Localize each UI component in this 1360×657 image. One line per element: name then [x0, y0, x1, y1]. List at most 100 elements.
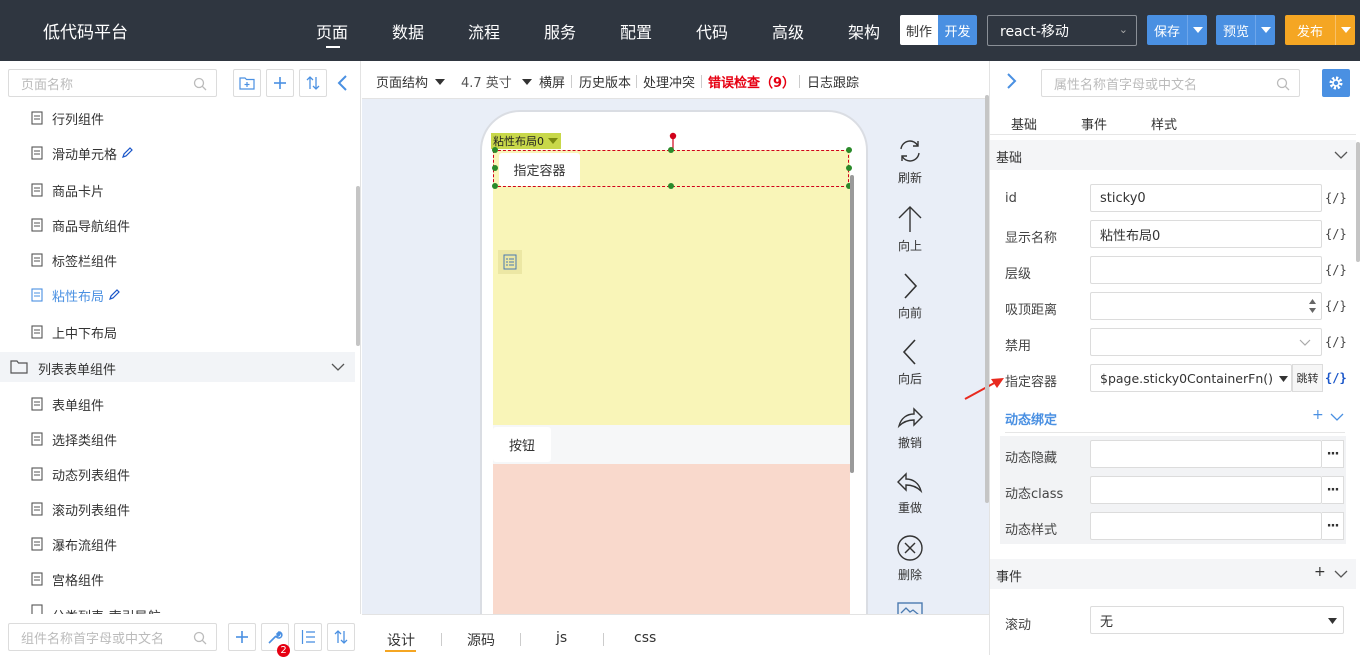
expression-icon[interactable]: {/}	[1325, 299, 1347, 313]
save-dropdown-caret[interactable]	[1187, 15, 1207, 45]
zindex-field[interactable]	[1090, 256, 1322, 284]
property-search-input[interactable]: 属性名称首字母或中文名	[1041, 69, 1300, 97]
tree-item-top-mid-bottom[interactable]: 上中下布局	[30, 322, 117, 342]
landscape-button[interactable]: 横屏	[539, 72, 565, 91]
nav-architecture[interactable]: 架构	[848, 19, 880, 43]
chevron-down-icon[interactable]	[331, 362, 345, 372]
nav-page[interactable]: 页面	[316, 19, 348, 43]
phone-scrollbar[interactable]	[850, 175, 854, 473]
more-icon[interactable]: ···	[1322, 440, 1344, 468]
component-search-input[interactable]: 组件名称首字母或中文名	[8, 623, 217, 651]
stepper-icon[interactable]	[1308, 297, 1317, 315]
settings-button[interactable]	[1322, 69, 1350, 97]
page-structure-dropdown[interactable]: 页面结构	[376, 72, 446, 91]
delete-tool[interactable]: 删除	[890, 534, 930, 583]
history-button[interactable]: 历史版本	[579, 72, 631, 91]
add-event-button[interactable]: +	[1314, 564, 1326, 580]
more-icon[interactable]: ···	[1322, 512, 1344, 540]
expression-icon[interactable]: {/}	[1325, 263, 1347, 277]
device-size-dropdown[interactable]: 4.7 英寸	[461, 72, 532, 91]
move-back-tool[interactable]: 向后	[890, 338, 930, 387]
dyn-class-field[interactable]	[1090, 476, 1322, 504]
sort-button[interactable]	[299, 69, 327, 97]
chevron-down-icon[interactable]	[1330, 412, 1344, 422]
dyn-hide-field[interactable]	[1090, 440, 1322, 468]
tab-source[interactable]: 源码	[467, 630, 495, 650]
jump-button[interactable]: 跳转	[1292, 364, 1323, 392]
id-field[interactable]: sticky0	[1090, 184, 1322, 212]
tab-basic[interactable]: 基础	[1011, 114, 1037, 133]
move-forward-tool[interactable]: 向前	[890, 272, 930, 321]
offset-top-field[interactable]	[1090, 292, 1322, 320]
disabled-select[interactable]	[1090, 328, 1322, 356]
tab-css[interactable]: css	[634, 630, 656, 646]
nav-advanced[interactable]: 高级	[772, 19, 804, 43]
add-page-button[interactable]	[266, 69, 294, 97]
save-button[interactable]: 保存	[1147, 15, 1207, 45]
add-component-button[interactable]	[228, 623, 256, 651]
expression-icon[interactable]: {/}	[1325, 191, 1347, 205]
expression-icon[interactable]: {/}	[1325, 227, 1347, 241]
framework-select[interactable]: react-移动 ⌄	[987, 15, 1137, 46]
chevron-down-icon[interactable]	[1334, 569, 1348, 579]
scroll-event-select[interactable]: 无	[1090, 606, 1344, 634]
list-order-button[interactable]	[294, 623, 322, 651]
tree-item-category-index[interactable]: 分类列表-索引导航	[30, 604, 330, 614]
expression-active-icon[interactable]: {/}	[1325, 371, 1347, 385]
log-trace-button[interactable]: 日志跟踪	[807, 72, 859, 91]
collapse-left-icon[interactable]	[336, 74, 348, 92]
tree-item-select[interactable]: 选择类组件	[30, 429, 117, 449]
resolve-conflict-button[interactable]: 处理冲突	[643, 72, 695, 91]
nav-flow[interactable]: 流程	[468, 19, 500, 43]
image-icon[interactable]	[897, 602, 923, 614]
tree-item-form[interactable]: 表单组件	[30, 394, 104, 414]
right-scrollbar[interactable]	[1356, 142, 1360, 262]
mode-make-button[interactable]: 制作	[900, 15, 938, 45]
more-icon[interactable]: ···	[1322, 476, 1344, 504]
page-search-input[interactable]: 页面名称	[8, 69, 217, 97]
tab-styles[interactable]: 样式	[1151, 114, 1177, 133]
pencil-icon[interactable]	[121, 147, 133, 159]
nav-service[interactable]: 服务	[544, 19, 576, 43]
tab-events[interactable]: 事件	[1081, 114, 1107, 133]
section-events-header[interactable]	[990, 559, 1356, 589]
section-basic-header[interactable]	[990, 140, 1356, 170]
container-select[interactable]: $page.sticky0ContainerFn()	[1090, 364, 1292, 392]
canvas-button[interactable]: 按钮	[493, 427, 551, 462]
publish-button[interactable]: 发布	[1285, 15, 1355, 45]
tree-item-waterfall[interactable]: 瀑布流组件	[30, 534, 117, 554]
left-scrollbar[interactable]	[356, 186, 360, 346]
display-name-field[interactable]: 粘性布局0	[1090, 220, 1322, 248]
tree-item-grid[interactable]: 宫格组件	[30, 569, 104, 589]
mode-dev-button[interactable]: 开发	[938, 15, 977, 45]
publish-dropdown-caret[interactable]	[1335, 15, 1355, 45]
expression-icon[interactable]: {/}	[1325, 335, 1347, 349]
tab-js[interactable]: js	[556, 630, 567, 646]
nav-code[interactable]: 代码	[696, 19, 728, 43]
nav-data[interactable]: 数据	[392, 19, 424, 43]
tree-item-swipe-cell[interactable]: 滑动单元格	[30, 143, 133, 163]
undo-tool[interactable]: 撤销	[890, 404, 930, 451]
tree-item-row-col[interactable]: 行列组件	[30, 108, 104, 128]
move-up-tool[interactable]: 向上	[890, 205, 930, 254]
dyn-style-field[interactable]	[1090, 512, 1322, 540]
tree-item-tabbar[interactable]: 标签栏组件	[30, 250, 117, 270]
preview-dropdown-caret[interactable]	[1255, 15, 1275, 45]
tab-design[interactable]: 设计	[387, 630, 415, 650]
tree-item-sticky-layout[interactable]: 粘性布局	[30, 285, 120, 305]
selection-handles[interactable]	[488, 130, 856, 192]
pencil-icon[interactable]	[108, 289, 120, 301]
tree-item-scroll-list[interactable]: 滚动列表组件	[30, 499, 130, 519]
tree-item-goods-card[interactable]: 商品卡片	[30, 180, 104, 200]
expand-right-icon[interactable]	[1006, 72, 1018, 90]
tree-item-goods-nav[interactable]: 商品导航组件	[30, 215, 130, 235]
refresh-tool[interactable]: 刷新	[890, 137, 930, 186]
tree-item-dynamic-list[interactable]: 动态列表组件	[30, 464, 130, 484]
chevron-down-icon[interactable]	[1334, 150, 1348, 160]
component-sort-button[interactable]	[327, 623, 355, 651]
error-check-button[interactable]: 错误检查（9）	[708, 72, 795, 91]
new-folder-button[interactable]	[233, 69, 261, 97]
preview-button[interactable]: 预览	[1216, 15, 1275, 45]
nav-config[interactable]: 配置	[620, 19, 652, 43]
add-binding-button[interactable]: +	[1312, 407, 1324, 423]
